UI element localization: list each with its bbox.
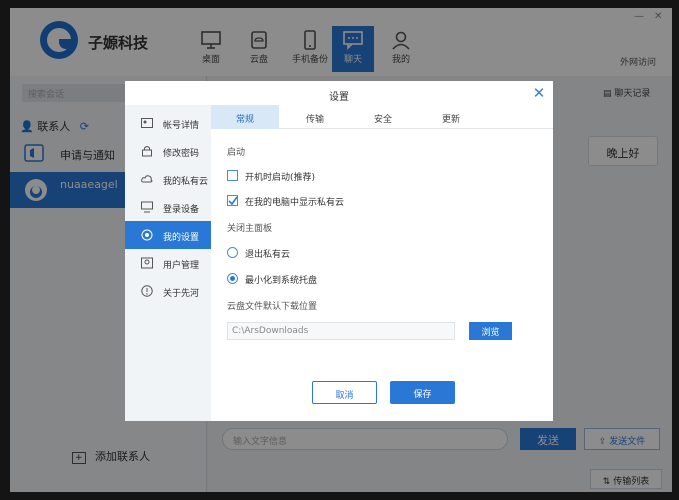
download-path-field[interactable]: C:\ArsDownloads	[227, 322, 455, 340]
tab-security[interactable]: 安全	[349, 105, 417, 129]
close-section-label: 关闭主面板	[227, 224, 273, 234]
menu-label: 登录设备	[163, 205, 200, 215]
device-icon	[141, 201, 153, 213]
dialog-title: 设置	[329, 92, 349, 103]
lock-icon	[142, 146, 152, 157]
info-icon	[141, 285, 153, 297]
autostart-label: 开机时启动(推荐)	[245, 173, 316, 183]
close-icon[interactable]: ✕	[530, 84, 548, 102]
minimize-label: 最小化到系统托盘	[245, 276, 318, 286]
exit-label: 退出私有云	[245, 250, 291, 260]
settings-tabs: 常规 传输 安全 更新	[211, 105, 553, 129]
minimize-radio[interactable]	[227, 273, 238, 284]
tab-update[interactable]: 更新	[417, 105, 485, 129]
account-icon	[141, 118, 153, 128]
menu-about[interactable]: 关于先河	[125, 277, 211, 305]
menu-my-settings[interactable]: 我的设置	[125, 221, 211, 249]
settings-menu: 帐号详情 修改密码 我的私有云 登录设备 我的设置 用户管理 关于先河	[125, 105, 211, 421]
exit-radio[interactable]	[227, 247, 238, 258]
menu-label: 用户管理	[163, 261, 200, 271]
cloud-icon	[141, 175, 153, 183]
menu-label: 关于先河	[163, 289, 200, 299]
users-icon	[141, 257, 153, 269]
menu-user-management[interactable]: 用户管理	[125, 249, 211, 277]
tab-general[interactable]: 常规	[211, 105, 279, 129]
menu-label: 修改密码	[163, 149, 200, 159]
checkmark-icon	[228, 196, 238, 206]
autostart-checkbox[interactable]	[227, 170, 238, 181]
menu-private-cloud[interactable]: 我的私有云	[125, 165, 211, 193]
menu-label: 我的设置	[163, 233, 200, 243]
tab-transfer[interactable]: 传输	[281, 105, 349, 129]
menu-label: 我的私有云	[163, 177, 209, 187]
show-in-computer-checkbox[interactable]	[227, 195, 238, 206]
save-button[interactable]: 保存	[390, 381, 455, 404]
menu-login-devices[interactable]: 登录设备	[125, 193, 211, 221]
settings-dialog: 设置 ✕ 帐号详情 修改密码 我的私有云 登录设备 我的设置 用户管理 关于先河…	[125, 81, 553, 421]
menu-account-details[interactable]: 帐号详情	[125, 109, 211, 137]
download-section-label: 云盘文件默认下载位置	[227, 302, 318, 312]
startup-section-label: 启动	[227, 148, 246, 158]
menu-label: 帐号详情	[163, 121, 200, 131]
cancel-button[interactable]: 取消	[312, 381, 377, 404]
settings-icon	[141, 229, 153, 241]
menu-change-password[interactable]: 修改密码	[125, 137, 211, 165]
browse-button[interactable]: 浏览	[469, 322, 512, 340]
show-in-computer-label: 在我的电脑中显示私有云	[245, 198, 345, 208]
